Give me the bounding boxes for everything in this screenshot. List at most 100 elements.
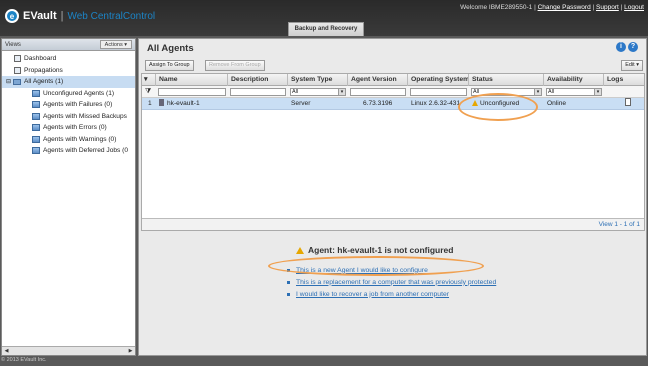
agent-version-filter-input[interactable] xyxy=(350,88,406,96)
agents-panel: All Agents i ? Assign To Group Remove Fr… xyxy=(138,38,647,356)
column-agent-version[interactable]: Agent Version xyxy=(348,74,408,86)
dashboard-icon xyxy=(14,55,21,63)
horizontal-scrollbar[interactable]: ◀ ▶ xyxy=(2,346,135,355)
user-menu: Welcome IBME289550-1 | Change Password |… xyxy=(460,4,644,11)
filter-icon[interactable]: ⧩ xyxy=(145,88,151,96)
collapse-toggle-icon[interactable]: ⊟ xyxy=(6,78,11,85)
scroll-right-icon[interactable]: ▶ xyxy=(127,348,134,355)
logout-link[interactable]: Logout xyxy=(624,4,644,11)
status-highlight-ring xyxy=(458,93,538,121)
sidebar-item-label: Agents with Deferred Jobs (0 xyxy=(43,147,129,155)
column-description[interactable]: Description xyxy=(228,74,288,86)
sidebar-item-dashboard[interactable]: Dashboard xyxy=(2,53,135,65)
info-icon[interactable]: i xyxy=(616,42,626,52)
app-header: e EVault | Web CentralControl Welcome IB… xyxy=(0,0,648,36)
column-logs[interactable]: Logs xyxy=(604,74,646,86)
name-filter-input[interactable] xyxy=(158,88,226,96)
actions-button[interactable]: Actions ▾ xyxy=(99,40,132,49)
os-filter-input[interactable] xyxy=(410,88,467,96)
availability-filter[interactable]: All xyxy=(546,88,602,96)
agent-name: hk-evault-1 xyxy=(167,100,200,107)
sidebar-item-agents-with-deferred-jobs[interactable]: Agents with Deferred Jobs (0 xyxy=(2,145,135,157)
column-menu-icon[interactable]: ▾ xyxy=(142,74,156,86)
column-availability[interactable]: Availability xyxy=(544,74,604,86)
agent-group-icon xyxy=(32,147,40,155)
edit-button[interactable]: Edit ▾ xyxy=(621,60,643,71)
not-configured-notice: Agent: hk-evault-1 is not configured xyxy=(296,245,453,255)
support-link[interactable]: Support xyxy=(596,4,619,11)
sidebar-item-label: All Agents (1) xyxy=(24,78,64,86)
product-name: Web CentralControl xyxy=(67,10,156,22)
evault-logo[interactable]: e EVault | Web CentralControl xyxy=(5,9,155,23)
description-cell xyxy=(228,98,288,110)
tab-backup-and-recovery[interactable]: Backup and Recovery xyxy=(288,22,364,36)
logs-icon[interactable] xyxy=(622,98,636,110)
toolbar: Assign To Group Remove From Group Edit ▾ xyxy=(142,60,645,72)
views-panel-header: Views Actions ▾ xyxy=(2,39,135,51)
agent-group-icon xyxy=(32,135,40,143)
view-count: View 1 - 1 of 1 xyxy=(598,221,640,228)
brand-name: EVault xyxy=(23,10,57,22)
sidebar-item-agents-with-failures[interactable]: Agents with Failures (0) xyxy=(2,99,135,111)
views-title: Views xyxy=(5,41,21,48)
logo-separator: | xyxy=(60,10,64,22)
system-type-filter[interactable]: All xyxy=(290,88,346,96)
copyright: © 2013 EVault Inc. xyxy=(1,357,47,363)
row-number: 1 xyxy=(148,100,152,107)
agent-group-icon xyxy=(32,124,40,132)
remove-from-group-button[interactable]: Remove From Group xyxy=(205,60,265,71)
help-icon[interactable]: ? xyxy=(628,42,638,52)
propagations-icon xyxy=(14,66,21,74)
column-operating-system[interactable]: Operating System xyxy=(408,74,469,86)
description-filter-input[interactable] xyxy=(230,88,286,96)
agent-name-cell[interactable]: hk-evault-1 xyxy=(156,98,228,110)
sidebar-item-label: Dashboard xyxy=(24,55,57,63)
system-type-cell: Server xyxy=(291,100,311,107)
grid-footer: View 1 - 1 of 1 xyxy=(142,218,644,230)
views-panel: Views Actions ▾ Dashboard Propagations ⊟… xyxy=(1,38,136,356)
grid-header: ▾ Name Description System Type Agent Ver… xyxy=(142,74,644,86)
bullet xyxy=(287,280,290,284)
bullet xyxy=(287,292,290,296)
views-tree: Dashboard Propagations ⊟ All Agents (1) … xyxy=(2,51,135,157)
warning-icon xyxy=(296,247,304,254)
agent-group-icon xyxy=(32,101,40,109)
help-icons: i ? xyxy=(616,42,638,52)
page-title: All Agents xyxy=(147,43,194,54)
sidebar-item-agents-with-missed-backups[interactable]: Agents with Missed Backups xyxy=(2,111,135,123)
sidebar-item-label: Agents with Failures (0) xyxy=(43,101,113,109)
sidebar-item-label: Propagations xyxy=(24,66,63,74)
evault-logo-icon: e xyxy=(5,9,19,23)
welcome-text: Welcome IBME289550-1 | xyxy=(460,4,536,11)
scroll-left-icon[interactable]: ◀ xyxy=(3,348,10,355)
agent-group-icon xyxy=(32,89,40,97)
agent-group-icon xyxy=(32,112,40,120)
notice-title: Agent: hk-evault-1 is not configured xyxy=(308,245,454,255)
server-icon xyxy=(159,99,164,106)
replacement-computer-link[interactable]: This is a replacement for a computer tha… xyxy=(296,279,496,286)
agents-grid: ▾ Name Description System Type Agent Ver… xyxy=(141,73,645,231)
agent-version-cell: 6.73.3196 xyxy=(363,100,393,107)
column-name[interactable]: Name xyxy=(156,74,228,86)
folder-icon xyxy=(13,78,22,85)
column-status[interactable]: Status xyxy=(469,74,544,86)
filter-row: ⧩ All All All xyxy=(142,86,644,98)
recover-job-link[interactable]: I would like to recover a job from anoth… xyxy=(296,291,449,298)
sidebar-item-label: Agents with Errors (0) xyxy=(43,124,107,132)
sidebar-item-agents-with-warnings[interactable]: Agents with Warnings (0) xyxy=(2,134,135,146)
sidebar-item-label: Agents with Warnings (0) xyxy=(43,135,117,143)
sidebar-item-label: Unconfigured Agents (1) xyxy=(43,89,115,97)
change-password-link[interactable]: Change Password xyxy=(538,4,591,11)
column-system-type[interactable]: System Type xyxy=(288,74,348,86)
link-highlight-ring xyxy=(268,256,484,276)
sidebar-item-propagations[interactable]: Propagations xyxy=(2,65,135,77)
sidebar-item-label: Agents with Missed Backups xyxy=(43,112,127,120)
sidebar-item-agents-with-errors[interactable]: Agents with Errors (0) xyxy=(2,122,135,134)
assign-to-group-button[interactable]: Assign To Group xyxy=(145,60,194,71)
table-row[interactable]: 1 hk-evault-1 Server 6.73.3196 Linux 2.6… xyxy=(142,98,644,110)
list-item: This is a replacement for a computer tha… xyxy=(287,276,496,288)
list-item: I would like to recover a job from anoth… xyxy=(287,288,496,300)
sidebar-item-unconfigured-agents[interactable]: Unconfigured Agents (1) xyxy=(2,88,135,100)
availability-cell: Online xyxy=(547,100,567,107)
sidebar-item-all-agents[interactable]: ⊟ All Agents (1) xyxy=(2,76,135,88)
